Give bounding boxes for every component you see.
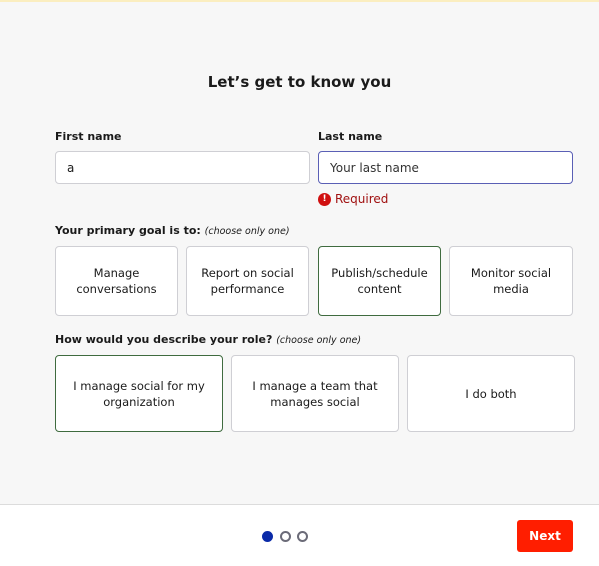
goal-label: Your primary goal is to: (choose only on… [55,224,290,237]
pagination-dot-3[interactable] [297,531,308,542]
role-option-manage-social[interactable]: I manage social for my organization [55,355,223,432]
pagination-dot-2[interactable] [280,531,291,542]
first-name-label: First name [55,130,122,143]
goal-option-report[interactable]: Report on social performance [186,246,309,316]
last-name-input[interactable] [318,151,573,184]
role-option-both[interactable]: I do both [407,355,575,432]
goal-option-manage-conversations[interactable]: Manage conversations [55,246,178,316]
required-error: ! Required [318,192,388,206]
role-label: How would you describe your role? (choos… [55,333,361,346]
first-name-input[interactable] [55,151,310,184]
role-option-manage-team[interactable]: I manage a team that manages social [231,355,399,432]
goal-option-monitor[interactable]: Monitor social media [449,246,573,316]
last-name-label: Last name [318,130,383,143]
error-icon: ! [318,192,331,206]
error-text: Required [335,192,389,206]
pagination-dot-1[interactable] [262,531,273,542]
goal-option-publish[interactable]: Publish/schedule content [318,246,441,316]
role-label-text: How would you describe your role? [55,333,273,346]
role-hint: (choose only one) [276,335,362,346]
page-title: Let’s get to know you [207,73,392,91]
goal-label-text: Your primary goal is to: [55,224,201,237]
next-button[interactable]: Next [517,520,573,552]
goal-hint: (choose only one) [204,226,290,237]
